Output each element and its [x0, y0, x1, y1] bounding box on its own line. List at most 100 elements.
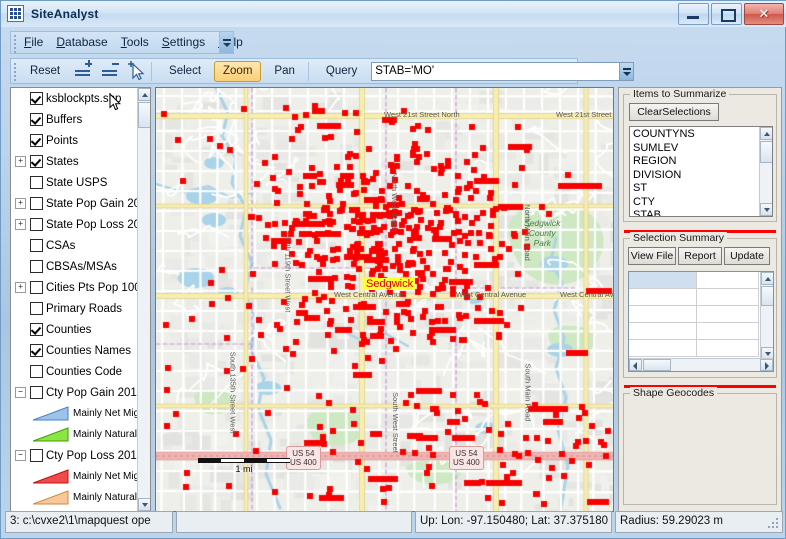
layer-row[interactable]: Mainly Natural Inc: [11, 487, 139, 508]
layer-checkbox[interactable]: [30, 302, 43, 315]
grid-cell[interactable]: [697, 272, 759, 289]
close-button[interactable]: ✕: [744, 3, 784, 25]
report-button[interactable]: Report: [678, 247, 722, 265]
grid-cell[interactable]: [629, 340, 697, 357]
summary-field-item[interactable]: ST: [630, 182, 760, 196]
grid-cell[interactable]: [629, 272, 697, 289]
tree-expander-icon[interactable]: −: [15, 387, 26, 398]
summary-field-item[interactable]: COUNTYNS: [630, 128, 760, 142]
layer-scrollbar[interactable]: [137, 88, 150, 511]
grid-cell[interactable]: [629, 289, 697, 306]
tree-expander-icon[interactable]: +: [15, 282, 26, 293]
layer-checkbox[interactable]: [30, 449, 43, 462]
layer-row[interactable]: Buffers: [11, 109, 139, 130]
zoom-tool-button[interactable]: Zoom: [214, 60, 262, 82]
summary-field-item[interactable]: DIVISION: [630, 169, 760, 183]
grid-cell[interactable]: [629, 323, 697, 340]
layer-checkbox[interactable]: [30, 281, 43, 294]
layer-checkbox[interactable]: [30, 386, 43, 399]
summary-field-item[interactable]: REGION: [630, 155, 760, 169]
menu-database[interactable]: Database: [55, 35, 108, 49]
pan-tool-button[interactable]: Pan: [265, 61, 303, 82]
zoom-in-icon[interactable]: [72, 60, 96, 81]
grid-cell[interactable]: [697, 340, 759, 357]
summary-field-item[interactable]: CTY: [630, 196, 760, 210]
grid-hscrollbar[interactable]: [629, 358, 773, 371]
layer-checkbox[interactable]: [30, 92, 43, 105]
grid-hscroll-thumb[interactable]: [643, 359, 671, 371]
selection-summary-grid[interactable]: [628, 271, 774, 372]
layer-scroll-thumb[interactable]: [138, 102, 150, 128]
layer-row[interactable]: Mainly Net Migrat: [11, 403, 139, 424]
clear-selections-button[interactable]: ClearSelections: [629, 103, 719, 121]
layer-checkbox[interactable]: [30, 176, 43, 189]
layer-checkbox[interactable]: [30, 260, 43, 273]
layer-row[interactable]: + Cities Pts Pop 100I: [11, 277, 139, 298]
update-button[interactable]: Update: [724, 247, 770, 265]
tree-expander-icon[interactable]: +: [15, 219, 26, 230]
tree-expander-icon[interactable]: +: [15, 198, 26, 209]
fields-scroll-up-icon[interactable]: [760, 127, 772, 140]
map-viewport[interactable]: West 21st Street North West 21st Street N…: [155, 87, 614, 512]
menu-file[interactable]: File: [23, 35, 44, 49]
layer-row[interactable]: Points: [11, 130, 139, 151]
layer-row[interactable]: CBSAs/MSAs: [11, 256, 139, 277]
resize-grip-icon[interactable]: [767, 517, 781, 531]
layer-row[interactable]: State USPS: [11, 172, 139, 193]
layer-checkbox[interactable]: [30, 134, 43, 147]
grid-scroll-thumb[interactable]: [761, 286, 773, 306]
layer-row[interactable]: − Cty Pop Gain 2010: [11, 382, 139, 403]
layer-checkbox[interactable]: [30, 239, 43, 252]
menu-tools[interactable]: Tools: [120, 35, 150, 49]
layer-checkbox[interactable]: [30, 323, 43, 336]
menu-gripper[interactable]: [13, 35, 17, 53]
fields-scrollbar[interactable]: [759, 127, 772, 216]
menu-settings[interactable]: Settings: [161, 35, 206, 49]
layer-row[interactable]: Primary Roads: [11, 298, 139, 319]
query-input[interactable]: [371, 61, 621, 81]
grid-scroll-left-icon[interactable]: [629, 359, 642, 371]
summary-field-item[interactable]: SUMLEV: [630, 142, 760, 156]
layer-tree[interactable]: ksblockpts.shp Buffers Points + States State …: [11, 88, 139, 511]
layer-checkbox[interactable]: [30, 365, 43, 378]
layer-checkbox[interactable]: [30, 113, 43, 126]
summary-field-item[interactable]: STAB: [630, 209, 760, 216]
layer-row[interactable]: + State Pop Gain 201: [11, 193, 139, 214]
minimize-button[interactable]: [678, 3, 709, 25]
layer-row[interactable]: Mainly Net Migrat: [11, 466, 139, 487]
layer-checkbox[interactable]: [30, 155, 43, 168]
grid-cell[interactable]: [697, 289, 759, 306]
layer-checkbox[interactable]: [30, 197, 43, 210]
layer-row[interactable]: + States: [11, 151, 139, 172]
grid-scroll-up-icon[interactable]: [761, 272, 773, 285]
grid-cell[interactable]: [629, 306, 697, 323]
layer-row[interactable]: CSAs: [11, 235, 139, 256]
layer-checkbox[interactable]: [30, 218, 43, 231]
layer-row[interactable]: − Cty Pop Loss 2010: [11, 445, 139, 466]
scroll-up-icon[interactable]: [138, 88, 150, 101]
reset-button[interactable]: Reset: [21, 61, 69, 82]
fields-scroll-down-icon[interactable]: [760, 203, 772, 216]
grid-scroll-right-icon[interactable]: [760, 359, 773, 371]
toolbar-gripper[interactable]: [13, 63, 17, 81]
cursor-plus-icon[interactable]: [125, 61, 147, 81]
summary-fields-listbox[interactable]: COUNTYNS SUMLEV REGION DIVISION ST CTY STAB: [629, 126, 773, 217]
tree-expander-icon[interactable]: −: [15, 450, 26, 461]
select-tool-button[interactable]: Select: [160, 61, 210, 82]
grid-cell[interactable]: [697, 323, 759, 340]
layer-row[interactable]: Mainly Natural Inc: [11, 424, 139, 445]
map-canvas[interactable]: West 21st Street North West 21st Street N…: [156, 88, 613, 511]
grid-vscrollbar[interactable]: [760, 272, 773, 360]
fields-scroll-thumb[interactable]: [760, 141, 772, 163]
layer-row[interactable]: Counties Code: [11, 361, 139, 382]
tree-expander-icon[interactable]: +: [15, 156, 26, 167]
layer-row[interactable]: Counties Names: [11, 340, 139, 361]
layer-checkbox[interactable]: [30, 344, 43, 357]
grid-cell[interactable]: [697, 306, 759, 323]
layer-row[interactable]: Counties: [11, 319, 139, 340]
maximize-button[interactable]: [711, 3, 742, 25]
query-label[interactable]: Query: [317, 61, 366, 82]
menu-overflow-icon[interactable]: [219, 32, 233, 53]
query-dropdown-icon[interactable]: [620, 61, 635, 81]
scroll-down-icon[interactable]: [138, 498, 150, 511]
